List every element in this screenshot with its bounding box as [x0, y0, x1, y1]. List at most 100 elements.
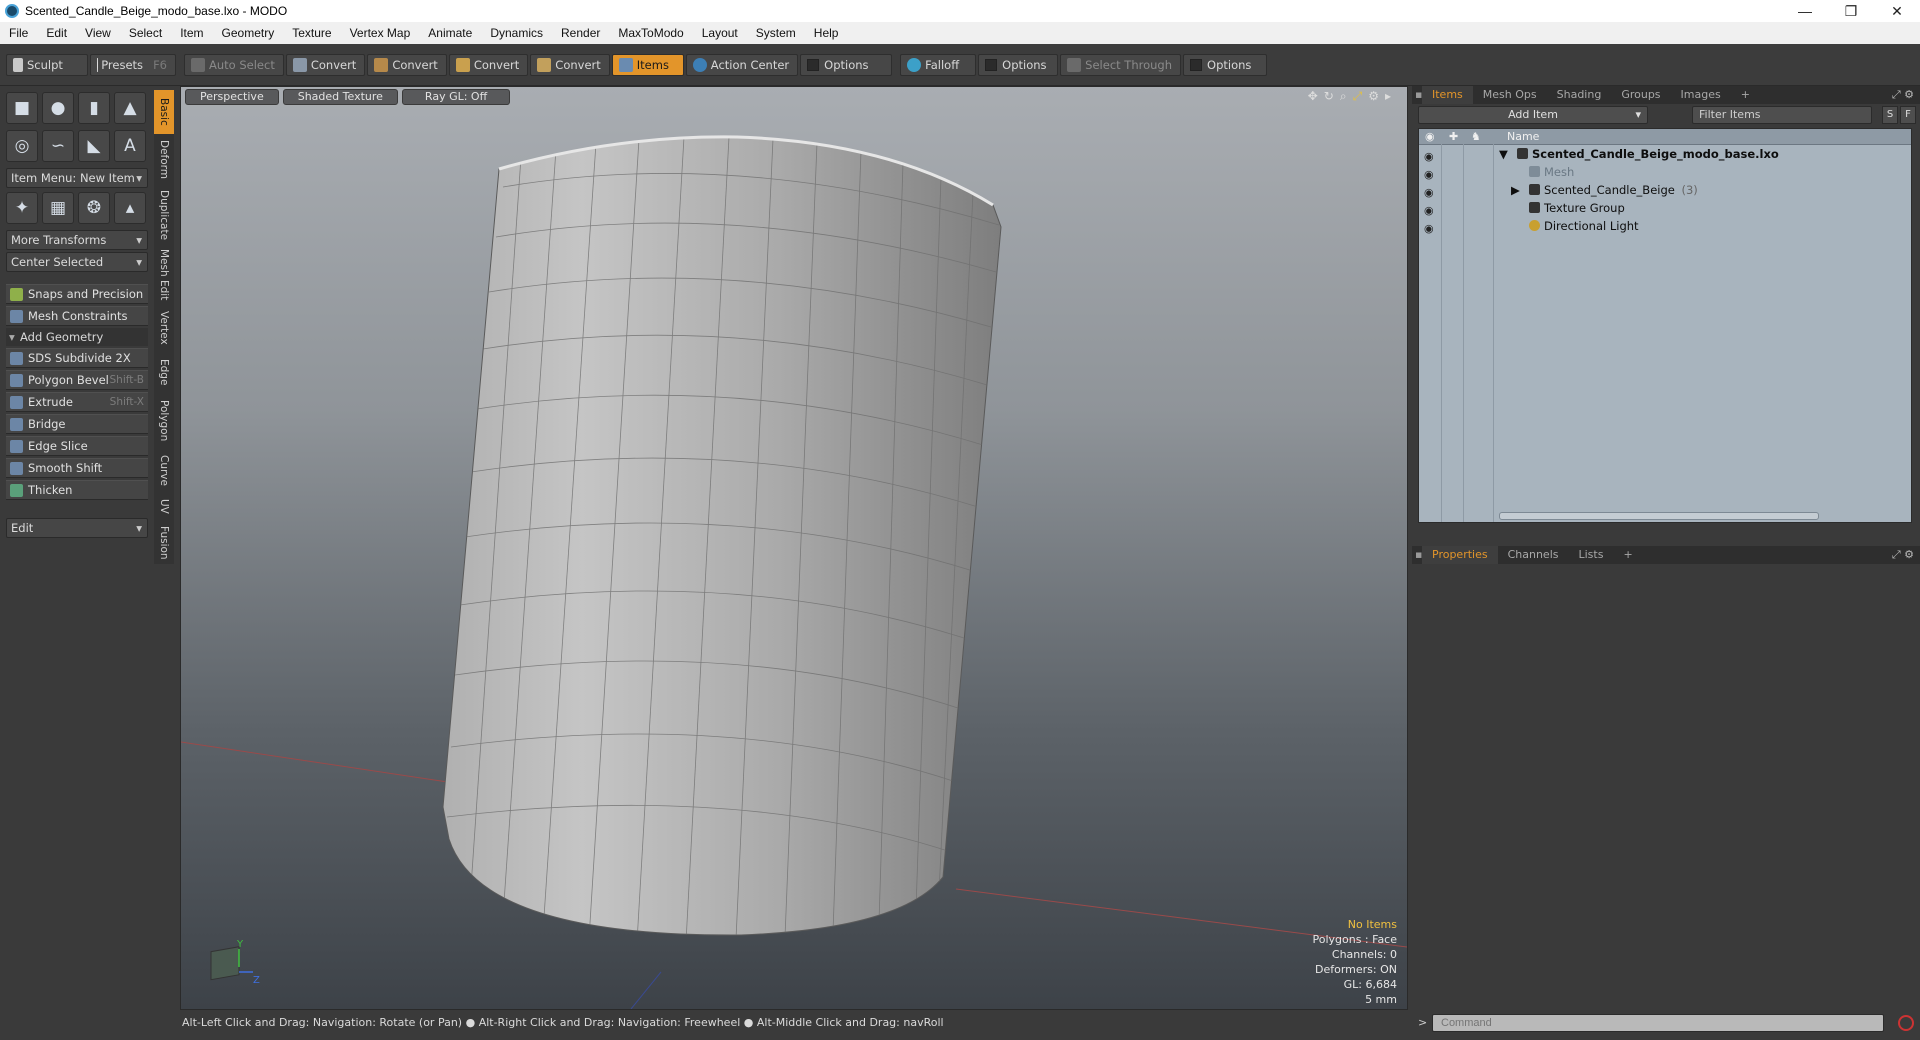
menu-edit[interactable]: Edit	[37, 26, 76, 40]
menu-dynamics[interactable]: Dynamics	[481, 26, 552, 40]
convert-materials-button[interactable]: Convert	[530, 53, 610, 76]
options-checkbox[interactable]	[807, 58, 820, 71]
menu-layout[interactable]: Layout	[693, 26, 747, 40]
text-tool-button[interactable]: A	[114, 130, 146, 162]
smooth-shift-button[interactable]: Smooth Shift	[6, 458, 148, 478]
minimize-button[interactable]: —	[1782, 3, 1828, 20]
record-macro-icon[interactable]	[1898, 1015, 1914, 1031]
tree-row-directional-light[interactable]: ◉ Directional Light	[1419, 217, 1911, 235]
sphere-primitive-button[interactable]: ●	[42, 92, 74, 124]
scale-button[interactable]: ▴	[114, 192, 146, 224]
settings-icon[interactable]: ⚙	[1368, 89, 1379, 104]
panel-menu-icon[interactable]: ▪	[1412, 86, 1422, 104]
mesh-constraints-button[interactable]: Mesh Constraints	[6, 306, 148, 326]
options-checkbox[interactable]	[985, 58, 998, 71]
item-menu-dropdown[interactable]: Item Menu: New Item	[6, 168, 148, 188]
more-transforms-dropdown[interactable]: More Transforms	[6, 230, 148, 250]
tree-row-texture-group[interactable]: ◉ Texture Group	[1419, 199, 1911, 217]
convert-edges-button[interactable]: Convert	[367, 53, 447, 76]
filter-f-button[interactable]: F	[1900, 106, 1916, 124]
torus-primitive-button[interactable]: ◎	[6, 130, 38, 162]
capsule-primitive-button[interactable]: ∽	[42, 130, 74, 162]
polygon-bevel-button[interactable]: Polygon Bevel Shift-B	[6, 370, 148, 390]
tab-groups[interactable]: Groups	[1611, 86, 1670, 104]
presets-button[interactable]: Presets F6	[90, 53, 176, 76]
menu-item[interactable]: Item	[171, 26, 212, 40]
cone-primitive-button[interactable]: ▲	[114, 92, 146, 124]
add-item-dropdown[interactable]: Add Item ▾	[1418, 106, 1648, 124]
tab-mesh-edit[interactable]: Mesh Edit	[154, 246, 174, 304]
tab-shading[interactable]: Shading	[1547, 86, 1612, 104]
tab-uv[interactable]: UV	[154, 492, 174, 520]
close-button[interactable]: ✕	[1874, 3, 1920, 20]
tab-deform[interactable]: Deform	[154, 136, 174, 184]
maximize-button[interactable]: ❐	[1828, 3, 1874, 20]
tab-lists[interactable]: Lists	[1569, 546, 1614, 564]
menu-texture[interactable]: Texture	[283, 26, 340, 40]
action-center-options-button[interactable]: Options	[800, 53, 893, 76]
expand-arrow-icon[interactable]: ▼	[1499, 145, 1508, 163]
tab-fusion[interactable]: Fusion	[154, 522, 174, 564]
auto-select-button[interactable]: Auto Select	[184, 53, 284, 76]
shading-mode-tab[interactable]: Shaded Texture	[282, 89, 398, 105]
tab-edge[interactable]: Edge	[154, 352, 174, 392]
transform-button[interactable]: ✦	[6, 192, 38, 224]
falloff-button[interactable]: Falloff	[900, 53, 977, 76]
convert-polygons-button[interactable]: Convert	[448, 53, 529, 76]
name-column-header[interactable]: Name	[1507, 129, 1539, 145]
expand-arrow-icon[interactable]: ▶	[1511, 181, 1520, 199]
tab-vertex[interactable]: Vertex	[154, 306, 174, 350]
add-tab-button[interactable]: +	[1731, 86, 1760, 104]
view-perspective-tab[interactable]: Perspective	[185, 89, 279, 105]
menu-file[interactable]: File	[0, 26, 37, 40]
menu-maxtomodo[interactable]: MaxToModo	[609, 26, 692, 40]
tree-row-scene[interactable]: ◉ ▼ Scented_Candle_Beige_modo_base.lxo	[1419, 145, 1911, 163]
fit-icon[interactable]: ⤢	[1353, 89, 1363, 104]
candle-mesh[interactable]	[442, 136, 1002, 936]
items-mode-button[interactable]: Items	[611, 53, 684, 76]
filter-s-button[interactable]: S	[1882, 106, 1898, 124]
tab-curve[interactable]: Curve	[154, 450, 174, 490]
tab-images[interactable]: Images	[1671, 86, 1731, 104]
tree-horizontal-scrollbar[interactable]	[1499, 512, 1819, 520]
grid-button[interactable]: ▦	[42, 192, 74, 224]
menu-select[interactable]: Select	[120, 26, 171, 40]
sculpt-button[interactable]: Sculpt	[6, 53, 88, 76]
tab-mesh-ops[interactable]: Mesh Ops	[1473, 86, 1547, 104]
item-list-tree[interactable]: ◉ ✚ ♞ Name ◉ ▼ Scented_Candle_Beige_modo…	[1418, 128, 1912, 523]
tab-duplicate[interactable]: Duplicate	[154, 186, 174, 244]
zoom-icon[interactable]: ⌕	[1340, 89, 1347, 104]
expand-icon[interactable]: ▸	[1385, 89, 1391, 104]
panel-expand-icon[interactable]: ⤢ ⚙	[1892, 546, 1914, 564]
falloff-options-button[interactable]: Options	[978, 53, 1059, 76]
visibility-eye-icon[interactable]: ◉	[1424, 220, 1434, 238]
tab-items[interactable]: Items	[1422, 86, 1473, 104]
filter-items-input[interactable]: Filter Items	[1692, 106, 1872, 124]
pen-tool-button[interactable]: ◣	[78, 130, 110, 162]
tree-row-mesh[interactable]: ◉ Mesh	[1419, 163, 1911, 181]
thicken-button[interactable]: Thicken	[6, 480, 148, 500]
menu-geometry[interactable]: Geometry	[213, 26, 284, 40]
move-icon[interactable]: ✥	[1308, 89, 1318, 104]
extrude-button[interactable]: Extrude Shift-X	[6, 392, 148, 412]
viewport-scene[interactable]: Y Z	[181, 87, 1407, 1009]
rotate-icon[interactable]: ↻	[1324, 89, 1334, 104]
select-through-button[interactable]: Select Through	[1060, 53, 1182, 76]
sds-subdivide-button[interactable]: SDS Subdivide 2X	[6, 348, 148, 368]
tab-basic[interactable]: Basic	[154, 90, 174, 134]
edge-slice-button[interactable]: Edge Slice	[6, 436, 148, 456]
add-geometry-header[interactable]: ▾ Add Geometry	[6, 328, 148, 346]
options-checkbox[interactable]	[1190, 58, 1203, 71]
command-input[interactable]	[1432, 1014, 1884, 1032]
rotate-button[interactable]: ❂	[78, 192, 110, 224]
panel-expand-icon[interactable]: ⤢ ⚙	[1892, 86, 1914, 104]
tab-properties[interactable]: Properties	[1422, 546, 1498, 564]
tree-row-candle[interactable]: ◉ ▶ Scented_Candle_Beige (3)	[1419, 181, 1911, 199]
snaps-and-precision-button[interactable]: Snaps and Precision	[6, 284, 148, 304]
select-through-options-button[interactable]: Options	[1183, 53, 1268, 76]
tab-channels[interactable]: Channels	[1498, 546, 1569, 564]
add-tab-button[interactable]: +	[1613, 546, 1642, 564]
edit-dropdown[interactable]: Edit	[6, 518, 148, 538]
convert-vertices-button[interactable]: Convert	[285, 53, 366, 76]
cube-primitive-button[interactable]: ■	[6, 92, 38, 124]
